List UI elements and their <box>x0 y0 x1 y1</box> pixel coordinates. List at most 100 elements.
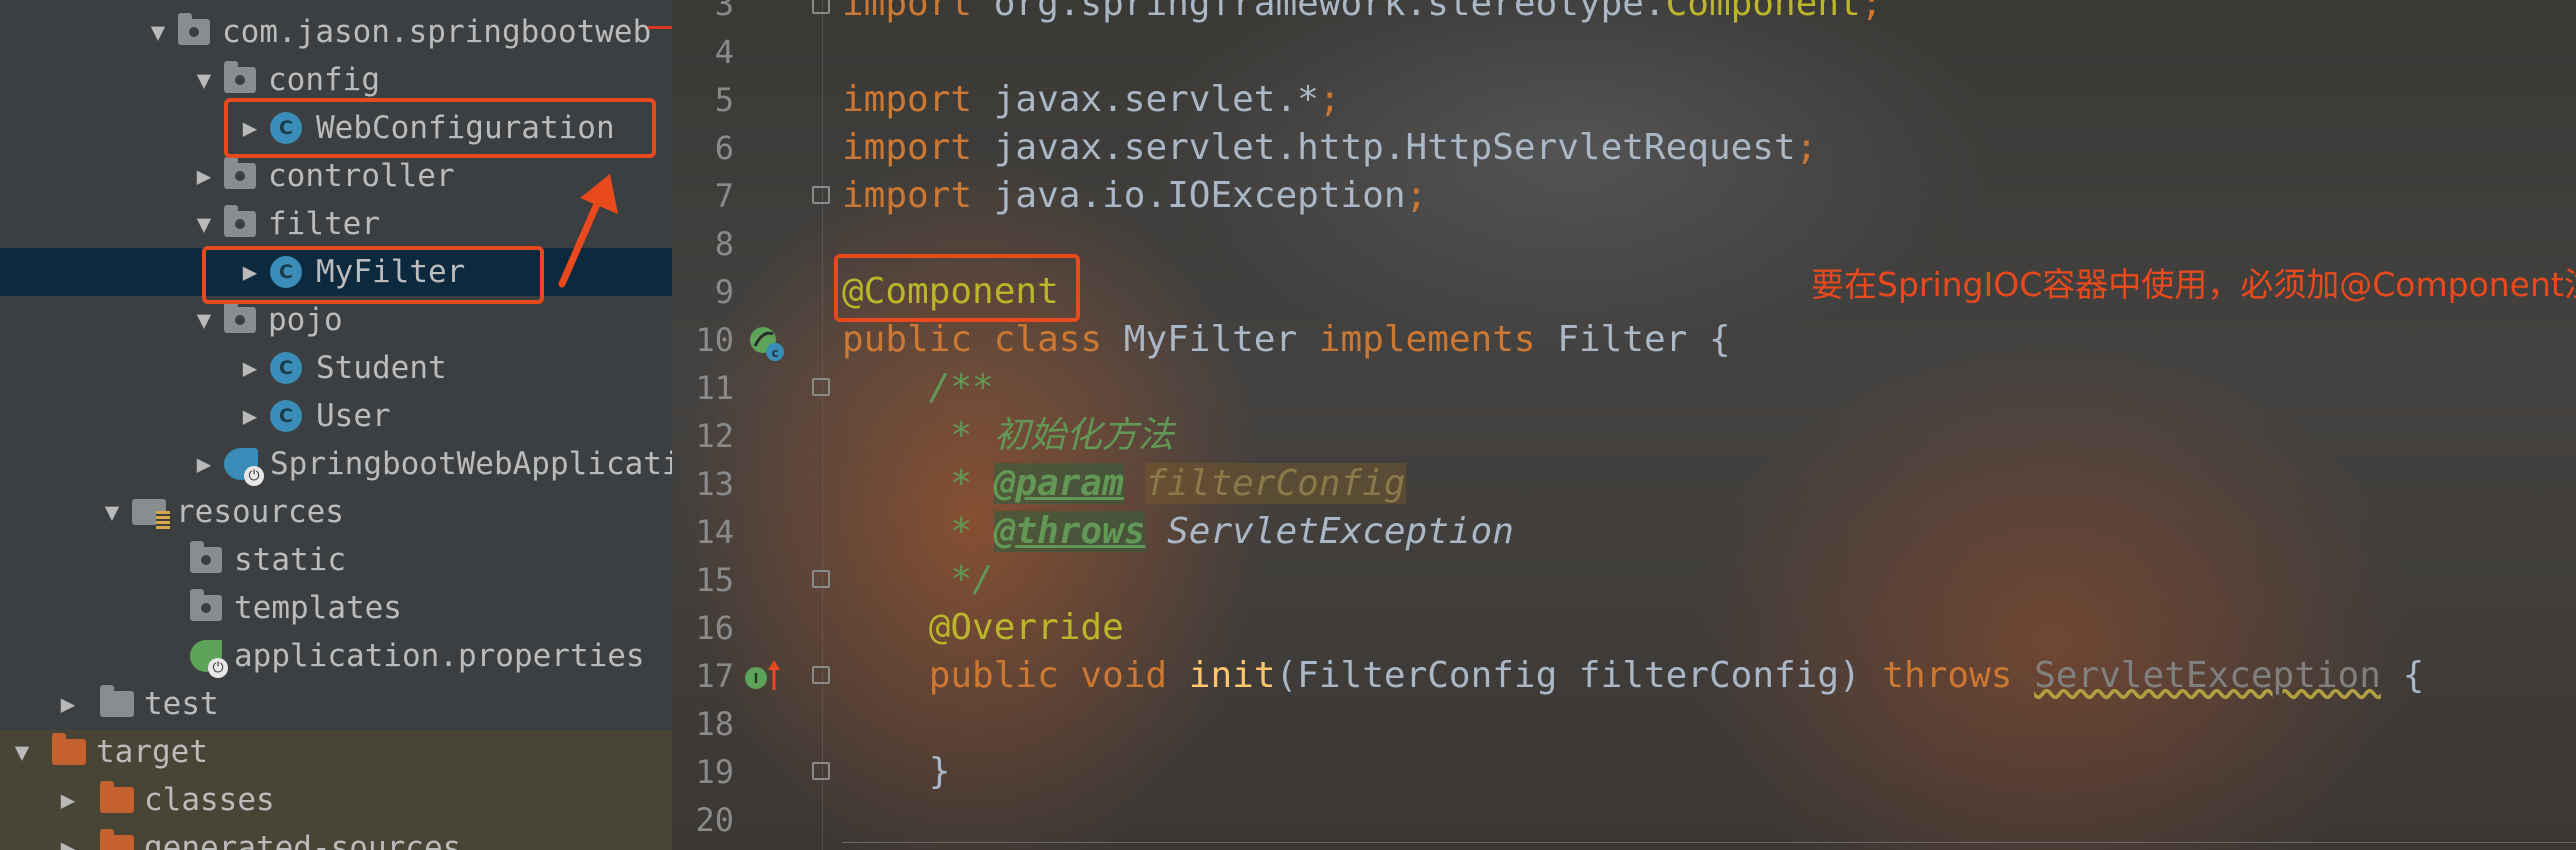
interface-name: Filter { <box>1535 319 1731 360</box>
project-tree: ▼ com.jason.springbootweb ▼ config ▶ C W… <box>0 0 672 850</box>
annotation-note: 要在SpringIOC容器中使用，必须加@Component注解 <box>1811 265 2576 304</box>
tree-item-classes[interactable]: ▶ classes <box>0 776 672 824</box>
tree-item-generated-sources[interactable]: ▶ generated-sources <box>0 824 672 850</box>
code-line-19[interactable]: } <box>842 748 951 796</box>
class-icon: C <box>270 400 302 432</box>
chevron-right-icon[interactable]: ▶ <box>184 162 224 190</box>
tree-item-label: generated-sources <box>144 830 462 850</box>
chevron-down-icon[interactable]: ▼ <box>138 18 178 46</box>
tree-item-target[interactable]: ▼ target <box>0 728 672 776</box>
highlight-box-component <box>834 254 1080 322</box>
svg-text:I: I <box>754 672 759 687</box>
code-line-16[interactable]: @Override <box>842 604 1124 652</box>
chevron-right-icon[interactable]: ▶ <box>48 786 88 814</box>
chevron-right-icon[interactable]: ▶ <box>184 450 224 478</box>
code-line-17[interactable]: public void init(FilterConfig filterConf… <box>842 652 2425 700</box>
import-class: Component <box>1665 0 1861 24</box>
line-number: 9 <box>714 273 734 311</box>
tree-item-springbootwebapplication[interactable]: ▶ SpringbootWebApplicati <box>0 440 672 488</box>
tree-item-label: test <box>144 686 219 722</box>
line-number: 10 <box>695 321 734 359</box>
method-params: (FilterConfig filterConfig) <box>1275 655 1883 696</box>
code-line-15[interactable]: */ <box>842 556 993 604</box>
tree-item-label: target <box>96 734 208 770</box>
package-icon <box>224 157 256 189</box>
fold-marker-icon[interactable] <box>812 762 830 780</box>
tree-item-com-jason-springbootweb[interactable]: ▼ com.jason.springbootweb <box>0 8 672 56</box>
spring-bean-gutter-icon[interactable]: c <box>747 324 787 364</box>
code-line-5[interactable]: import javax.servlet.*; <box>842 76 1341 124</box>
code-line-10[interactable]: public class MyFilter implements Filter … <box>842 316 1731 364</box>
package-icon <box>224 301 256 333</box>
folder-icon <box>190 589 222 621</box>
import-path: org.springframework.stereotype. <box>972 0 1666 24</box>
code-line-12[interactable]: * 初始化方法 <box>842 412 1173 460</box>
tree-item-resources[interactable]: ▼ resources <box>0 488 672 536</box>
chevron-down-icon[interactable]: ▼ <box>184 306 224 334</box>
line-number: 15 <box>695 561 734 599</box>
javadoc-exception-ref: ServletException <box>1167 511 1514 552</box>
tree-item-test[interactable]: ▶ test <box>0 680 672 728</box>
class-name: MyFilter <box>1102 319 1319 360</box>
tree-item-label: controller <box>268 158 455 194</box>
chevron-down-icon[interactable]: ▼ <box>92 498 132 526</box>
tree-item-static[interactable]: static <box>0 536 672 584</box>
fold-marker-icon[interactable] <box>812 378 830 396</box>
chevron-right-icon[interactable]: ▶ <box>230 354 270 382</box>
tree-item-config[interactable]: ▼ config <box>0 56 672 104</box>
javadoc-tag: @param <box>993 463 1124 504</box>
exception-name-warning: ServletException <box>2034 655 2381 696</box>
chevron-right-icon[interactable]: ▶ <box>230 402 270 430</box>
code-line-11[interactable]: /** <box>842 364 994 412</box>
chevron-right-icon[interactable]: ▶ <box>48 690 88 718</box>
tree-item-label: templates <box>234 590 402 626</box>
line-number: 7 <box>714 177 734 215</box>
folder-icon <box>100 685 134 717</box>
resources-folder-icon <box>132 499 170 529</box>
excluded-folder-icon <box>100 829 134 850</box>
line-number: 18 <box>695 705 734 743</box>
editor-gutter: 3 4 5 6 7 8 9 10 11 12 13 14 15 16 17 18… <box>672 0 830 850</box>
annotation-line <box>648 26 672 29</box>
folder-icon <box>190 541 222 573</box>
javadoc-tag: @throws <box>993 511 1146 552</box>
semicolon: ; <box>1860 0 1883 24</box>
keyword: public void <box>842 655 1168 696</box>
code-line-14[interactable]: * @throws ServletException <box>842 508 1514 556</box>
tree-item-user[interactable]: ▶ C User <box>0 392 672 440</box>
tree-item-label: pojo <box>268 302 343 338</box>
tree-item-label: User <box>316 398 391 434</box>
excluded-folder-icon <box>52 733 86 765</box>
line-number: 16 <box>695 609 734 647</box>
line-number: 20 <box>695 801 734 839</box>
properties-file-icon <box>190 640 228 678</box>
keyword: import <box>842 79 973 120</box>
line-number: 13 <box>695 465 734 503</box>
tree-item-student[interactable]: ▶ C Student <box>0 344 672 392</box>
fold-marker-icon[interactable] <box>812 570 830 588</box>
tree-item-templates[interactable]: templates <box>0 584 672 632</box>
fold-marker-icon[interactable] <box>812 666 830 684</box>
excluded-folder-icon <box>100 781 134 813</box>
import-path: java.io.IOException <box>972 175 1406 216</box>
code-line-13[interactable]: * @param filterConfig <box>842 460 1406 508</box>
tree-item-application-properties[interactable]: application.properties <box>0 632 672 680</box>
chevron-down-icon[interactable]: ▼ <box>2 738 42 766</box>
implements-method-gutter-icon[interactable]: I <box>742 656 782 696</box>
chevron-down-icon[interactable]: ▼ <box>184 66 224 94</box>
line-number: 8 <box>714 225 734 263</box>
code-editor[interactable]: 3 4 5 6 7 8 9 10 11 12 13 14 15 16 17 18… <box>672 0 2576 850</box>
fold-marker-icon[interactable] <box>812 0 830 14</box>
line-number: 3 <box>714 0 734 23</box>
svg-text:c: c <box>771 346 778 360</box>
chevron-down-icon[interactable]: ▼ <box>184 210 224 238</box>
chevron-right-icon[interactable]: ▶ <box>48 834 88 850</box>
code-line-6[interactable]: import javax.servlet.http.HttpServletReq… <box>842 124 1817 172</box>
fold-marker-icon[interactable] <box>812 186 830 204</box>
code-line-7[interactable]: import java.io.IOException; <box>842 172 1427 220</box>
highlight-box-webconfiguration <box>224 98 656 158</box>
code-line-3[interactable]: import org.springframework.stereotype.Co… <box>842 0 1882 28</box>
